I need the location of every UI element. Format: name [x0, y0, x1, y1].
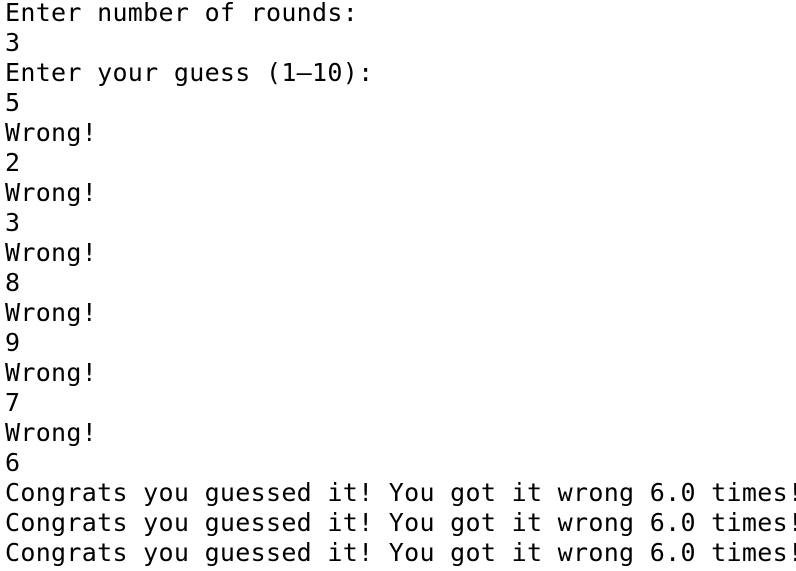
wrong-message: Wrong! [5, 418, 98, 447]
input-rounds: 3 [5, 28, 21, 57]
wrong-message: Wrong! [5, 238, 98, 267]
guess-input: 6 [5, 448, 21, 477]
wrong-message: Wrong! [5, 298, 98, 327]
congrats-message: Congrats you guessed it! You got it wron… [5, 508, 796, 537]
guess-input: 2 [5, 148, 21, 177]
wrong-message: Wrong! [5, 178, 98, 207]
wrong-message: Wrong! [5, 118, 98, 147]
guess-input: 3 [5, 208, 21, 237]
congrats-message: Congrats you guessed it! You got it wron… [5, 538, 796, 567]
guess-input: 7 [5, 388, 21, 417]
guess-input: 9 [5, 328, 21, 357]
guess-input: 8 [5, 268, 21, 297]
guess-input: 5 [5, 88, 21, 117]
wrong-message: Wrong! [5, 358, 98, 387]
prompt-guess: Enter your guess (1–10): [5, 58, 374, 87]
prompt-rounds: Enter number of rounds: [5, 0, 359, 27]
terminal-output[interactable]: Enter number of rounds: 3 Enter your gue… [0, 0, 796, 571]
congrats-message: Congrats you guessed it! You got it wron… [5, 478, 796, 507]
